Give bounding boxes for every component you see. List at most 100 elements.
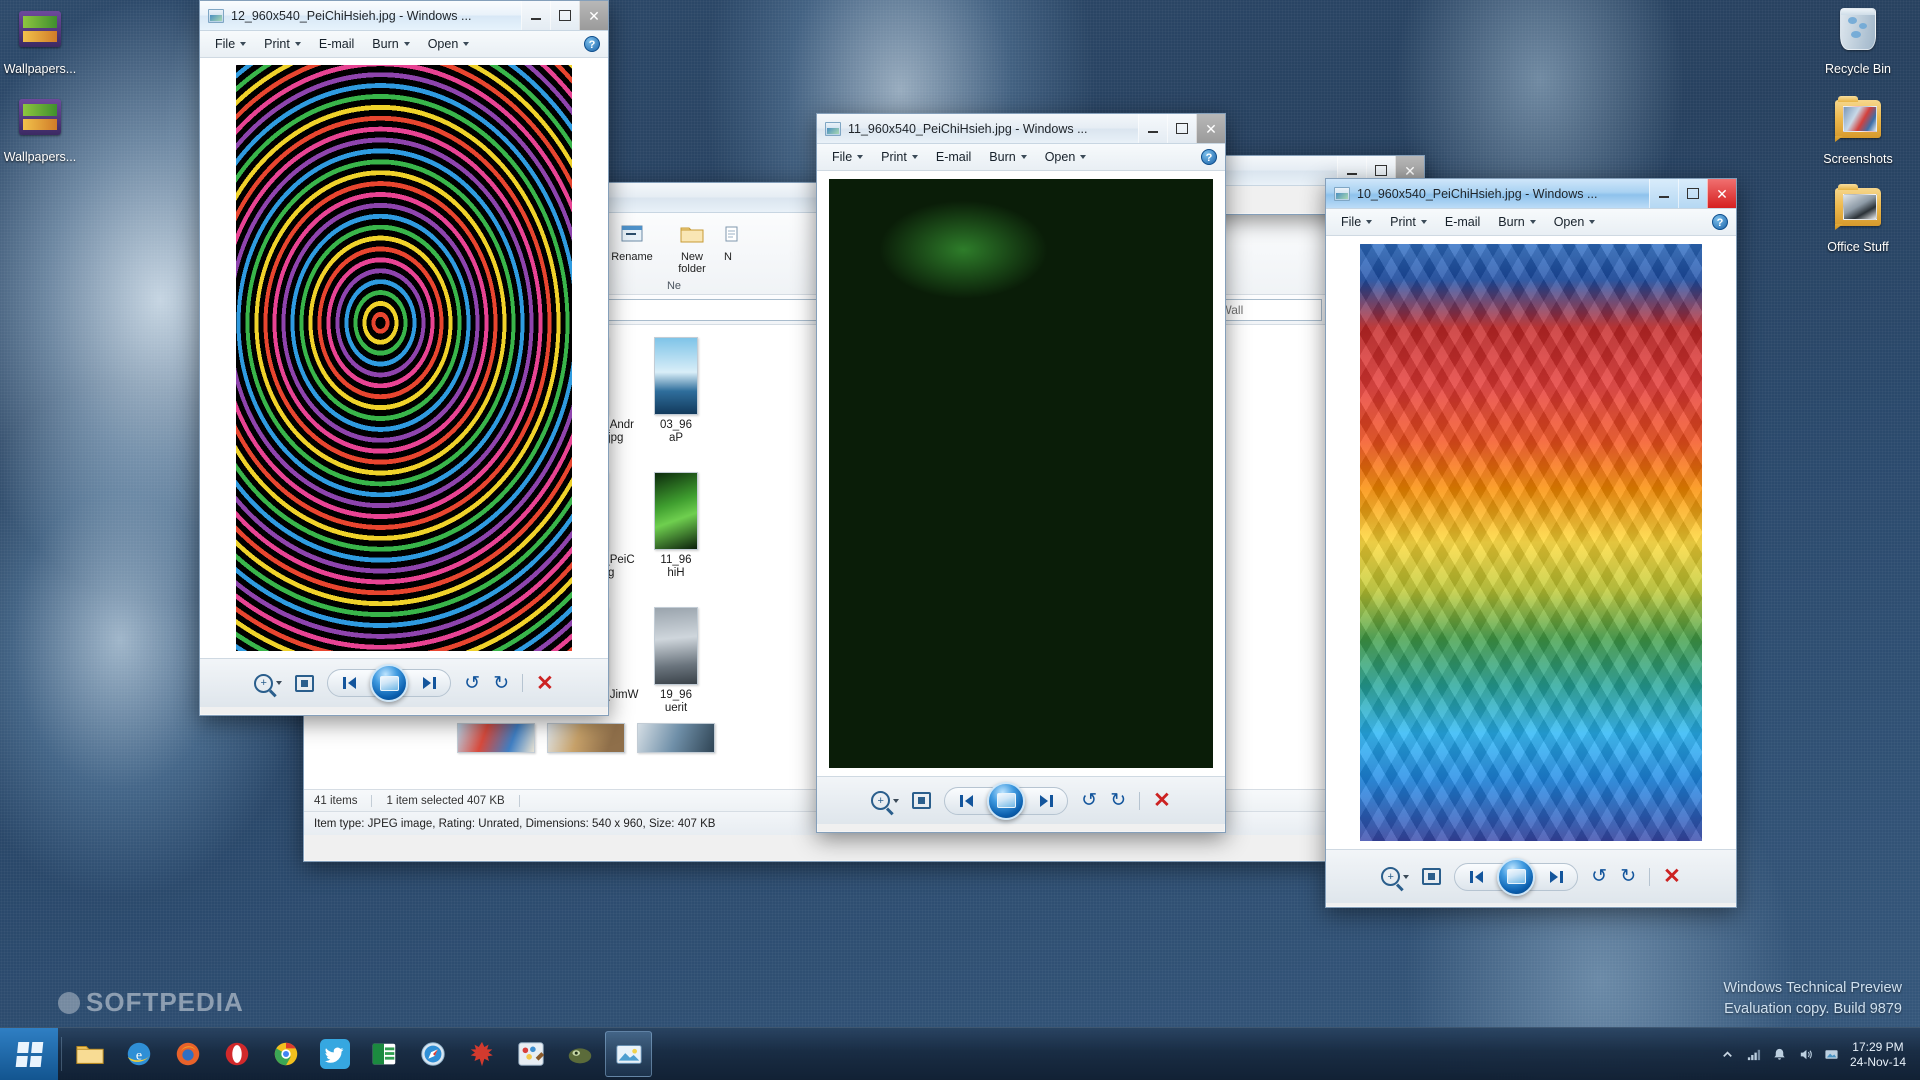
rotate-counterclockwise-button[interactable]: ↺ <box>464 674 480 693</box>
delete-button[interactable]: ✕ <box>1663 866 1681 887</box>
fit-to-window-button[interactable] <box>295 675 314 692</box>
viewer12-toolbar[interactable]: + ↺ ↻ ✕ <box>200 658 608 707</box>
previous-image-button[interactable] <box>1459 865 1493 889</box>
next-image-button[interactable] <box>1539 865 1573 889</box>
desktop-icon-screenshots[interactable]: Screenshots <box>1810 98 1906 166</box>
menu-email[interactable]: E-mail <box>1436 212 1489 232</box>
play-slideshow-button[interactable] <box>1497 858 1535 896</box>
maximize-button[interactable] <box>1167 114 1196 143</box>
minimize-button[interactable] <box>1649 179 1678 208</box>
rotate-clockwise-button[interactable]: ↻ <box>493 674 509 693</box>
fit-to-window-button[interactable] <box>912 792 931 809</box>
minimize-button[interactable] <box>521 1 550 30</box>
maximize-button[interactable] <box>1678 179 1707 208</box>
previous-image-button[interactable] <box>949 789 983 813</box>
taskbar[interactable]: e 17:29 PM 24-Nov-14 <box>0 1027 1920 1080</box>
viewer11-window-controls[interactable]: ✕ <box>1138 114 1225 143</box>
delete-button[interactable]: ✕ <box>1153 790 1171 811</box>
taskbar-app-paint[interactable] <box>507 1031 554 1077</box>
help-icon[interactable]: ? <box>1201 149 1217 165</box>
file-item[interactable] <box>630 723 722 757</box>
taskbar-app-chrome[interactable] <box>262 1031 309 1077</box>
close-button[interactable]: ✕ <box>1196 114 1225 143</box>
system-tray[interactable]: 17:29 PM 24-Nov-14 <box>1720 1028 1920 1080</box>
viewer11-toolbar[interactable]: + ↺ ↻ ✕ <box>817 776 1225 824</box>
taskbar-app-explorer[interactable] <box>66 1031 113 1077</box>
desktop-icon-wallpapers-2[interactable]: Wallpapers... <box>0 96 88 164</box>
window-photo-viewer-11[interactable]: 11_960x540_PeiChiHsieh.jpg - Windows ...… <box>816 113 1226 833</box>
minimize-button[interactable] <box>1138 114 1167 143</box>
rotate-clockwise-button[interactable]: ↻ <box>1110 791 1126 810</box>
menu-burn[interactable]: Burn <box>363 34 418 54</box>
taskbar-app-ie[interactable]: e <box>115 1031 162 1077</box>
ribbon-new-folder[interactable]: New folder <box>664 217 720 275</box>
action-center-icon[interactable] <box>1772 1047 1787 1062</box>
volume-icon[interactable] <box>1798 1047 1813 1062</box>
taskbar-app-firefox[interactable] <box>164 1031 211 1077</box>
close-button[interactable]: ✕ <box>579 1 608 30</box>
window-photo-viewer-12[interactable]: 12_960x540_PeiChiHsieh.jpg - Windows ...… <box>199 0 609 716</box>
viewer10-toolbar[interactable]: + ↺ ↻ ✕ <box>1326 849 1736 903</box>
next-image-button[interactable] <box>1029 789 1063 813</box>
ribbon-rename[interactable]: Rename <box>604 217 660 275</box>
menu-file[interactable]: File <box>823 147 872 167</box>
menu-email[interactable]: E-mail <box>927 147 980 167</box>
viewer10-menubar[interactable]: File Print E-mail Burn Open ? <box>1326 209 1736 236</box>
desktop-icon-office-stuff[interactable]: Office Stuff <box>1810 186 1906 254</box>
taskbar-app-photo-viewer[interactable] <box>605 1031 652 1077</box>
taskbar-app-twitter[interactable] <box>311 1031 358 1077</box>
show-hidden-icons-icon[interactable] <box>1720 1047 1735 1062</box>
play-slideshow-button[interactable] <box>987 782 1025 820</box>
viewer12-titlebar[interactable]: 12_960x540_PeiChiHsieh.jpg - Windows ...… <box>200 1 608 31</box>
play-slideshow-button[interactable] <box>370 664 408 702</box>
start-button[interactable] <box>0 1028 58 1080</box>
taskbar-app-maple[interactable] <box>458 1031 505 1077</box>
menu-print[interactable]: Print <box>1381 212 1436 232</box>
menu-open[interactable]: Open <box>1036 147 1096 167</box>
menu-file[interactable]: File <box>206 34 255 54</box>
taskbar-app-office[interactable] <box>360 1031 407 1077</box>
desktop-icon-wallpapers-1[interactable]: Wallpapers... <box>0 8 88 76</box>
help-icon[interactable]: ? <box>1712 214 1728 230</box>
rotate-counterclockwise-button[interactable]: ↺ <box>1081 791 1097 810</box>
menu-burn[interactable]: Burn <box>1489 212 1544 232</box>
taskbar-app-safari[interactable] <box>409 1031 456 1077</box>
menu-print[interactable]: Print <box>872 147 927 167</box>
file-item[interactable]: 03_96 aP <box>630 337 722 445</box>
rotate-clockwise-button[interactable]: ↻ <box>1620 867 1636 886</box>
menu-print[interactable]: Print <box>255 34 310 54</box>
viewer10-window-controls[interactable]: ✕ <box>1649 179 1736 208</box>
network-icon[interactable] <box>1746 1047 1761 1062</box>
viewer12-nav-group[interactable] <box>327 669 451 697</box>
photo-tray-icon[interactable] <box>1824 1047 1839 1062</box>
viewer10-nav-group[interactable] <box>1454 863 1578 891</box>
taskbar-app-irfanview[interactable] <box>556 1031 603 1077</box>
menu-open[interactable]: Open <box>1545 212 1605 232</box>
file-item[interactable] <box>450 723 542 757</box>
help-icon[interactable]: ? <box>584 36 600 52</box>
rotate-counterclockwise-button[interactable]: ↺ <box>1591 867 1607 886</box>
menu-email[interactable]: E-mail <box>310 34 363 54</box>
viewer11-nav-group[interactable] <box>944 787 1068 815</box>
window-photo-viewer-10[interactable]: 10_960x540_PeiChiHsieh.jpg - Windows ...… <box>1325 178 1737 908</box>
fit-to-window-button[interactable] <box>1422 868 1441 885</box>
ribbon-new-item[interactable]: N <box>724 217 758 275</box>
viewer12-menubar[interactable]: File Print E-mail Burn Open ? <box>200 31 608 58</box>
desktop-icon-recycle-bin[interactable]: Recycle Bin <box>1810 8 1906 76</box>
clock[interactable]: 17:29 PM 24-Nov-14 <box>1850 1040 1906 1070</box>
viewer12-window-controls[interactable]: ✕ <box>521 1 608 30</box>
previous-image-button[interactable] <box>332 671 366 695</box>
viewer10-titlebar[interactable]: 10_960x540_PeiChiHsieh.jpg - Windows ...… <box>1326 179 1736 209</box>
file-item[interactable]: 19_96 uerit <box>630 607 722 715</box>
viewer11-menubar[interactable]: File Print E-mail Burn Open ? <box>817 144 1225 171</box>
delete-button[interactable]: ✕ <box>536 673 554 694</box>
zoom-button[interactable]: + <box>1381 867 1409 886</box>
taskbar-app-opera[interactable] <box>213 1031 260 1077</box>
viewer11-titlebar[interactable]: 11_960x540_PeiChiHsieh.jpg - Windows ...… <box>817 114 1225 144</box>
menu-file[interactable]: File <box>1332 212 1381 232</box>
menu-open[interactable]: Open <box>419 34 479 54</box>
close-button[interactable]: ✕ <box>1707 179 1736 208</box>
zoom-button[interactable]: + <box>254 674 282 693</box>
zoom-button[interactable]: + <box>871 791 899 810</box>
menu-burn[interactable]: Burn <box>980 147 1035 167</box>
